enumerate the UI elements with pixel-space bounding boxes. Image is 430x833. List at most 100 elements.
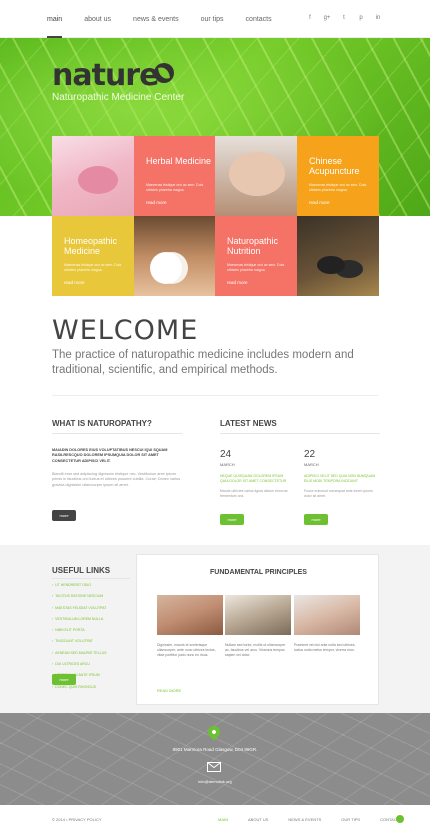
arrow-icon: › xyxy=(52,583,54,587)
mortar-herbs-photo xyxy=(225,595,291,635)
news-headline[interactable]: Neque quisquam dolorem ipsum quia dolor … xyxy=(220,474,292,484)
list-item[interactable]: › Tincidunt volutpat xyxy=(52,639,132,650)
link-label: Tacitus ratione nescium xyxy=(55,594,104,599)
arrow-icon: › xyxy=(52,594,54,599)
acupuncture-photo xyxy=(215,136,297,216)
bath-salt-photo xyxy=(52,136,134,216)
principle-text: Nullam sed tortor, mollis ut ullamcorper… xyxy=(225,643,286,657)
massage-photo xyxy=(157,595,223,635)
tile-herbal-medicine[interactable]: Herbal Medicine Maecenas tristique orci … xyxy=(134,136,216,216)
link-label: Tincidunt volutpat xyxy=(55,639,93,644)
footer: © 2014 • PRIVACY POLICY MAIN ABOUT US NE… xyxy=(0,805,430,833)
twitter-icon[interactable]: t xyxy=(340,15,348,21)
linkedin-icon[interactable]: in xyxy=(374,15,382,21)
news-headline[interactable]: Adipisci velit sed quia non numquam eius… xyxy=(304,474,376,484)
welcome-text: The practice of naturopathic medicine in… xyxy=(52,349,354,376)
divider xyxy=(52,395,378,396)
mail-icon xyxy=(207,762,221,772)
tile-title: Chinese Acupuncture xyxy=(309,156,360,176)
news-day: 24 xyxy=(220,449,232,460)
arrow-icon: › xyxy=(52,639,54,644)
site-logo[interactable]: nature xyxy=(52,58,159,93)
site-tagline: Naturopathic Medicine Center xyxy=(52,92,185,103)
principle-text: Praesent vel nisi ante nulla sed ultrice… xyxy=(294,643,356,652)
contact-address: 8901 Marmora Road Glasgow, D04 89GR. xyxy=(172,747,258,752)
news-month: MARCH xyxy=(304,462,319,467)
news-day: 22 xyxy=(304,449,316,460)
tile-naturopathic-nutrition[interactable]: Naturopathic Nutrition Maecenas tristiqu… xyxy=(215,216,297,296)
footer-nav-about-us[interactable]: ABOUT US xyxy=(248,817,268,822)
what-more-button[interactable]: more xyxy=(52,510,76,521)
principles-heading: FUNDAMENTAL PRINCIPLES xyxy=(210,569,307,576)
divider xyxy=(52,433,182,434)
tile-title: Homeopathic Medicine xyxy=(64,236,118,256)
footer-nav-news-events[interactable]: NEWS & EVENTS xyxy=(288,817,321,822)
arrow-icon: › xyxy=(52,605,54,610)
what-body-text: Blandit eros sed adipiscing dignissim tr… xyxy=(52,472,181,487)
useful-links-heading: USEFUL LINKS xyxy=(52,566,111,575)
main-menu: main about us news & events our tips con… xyxy=(47,0,294,38)
principle-text: Dignissim, mauris et scelerisque ullamco… xyxy=(157,643,216,657)
list-item[interactable]: › Donec quis rhoncus xyxy=(52,685,132,696)
news-more-button[interactable]: more xyxy=(220,514,244,525)
nav-about-us[interactable]: about us xyxy=(84,0,111,38)
list-item[interactable]: › Aenean sed mauris tellus xyxy=(52,651,132,662)
social-links: f g+ t p in xyxy=(306,15,382,21)
tile-homeopathic-medicine[interactable]: Homeopathic Medicine Maecenas tristique … xyxy=(52,216,134,296)
news-excerpt: Fusce euismod consequat ante lorem ipsum… xyxy=(304,489,373,498)
footer-nav-main[interactable]: MAIN xyxy=(218,817,228,822)
news-excerpt: Mauris ultricies varius ligula dictum rh… xyxy=(220,489,288,498)
google-plus-icon[interactable]: g+ xyxy=(323,15,331,21)
pinterest-icon[interactable]: p xyxy=(357,15,365,21)
facial-treatment-photo xyxy=(294,595,360,635)
nav-contacts[interactable]: contacts xyxy=(246,0,272,38)
arrow-icon: › xyxy=(52,628,54,633)
list-item[interactable]: › Nibh elit porta xyxy=(52,628,132,639)
link-label: Dui ultrices arcu xyxy=(55,662,90,667)
link-label: Donec quis rhoncus xyxy=(55,684,97,689)
hot-stones-photo xyxy=(297,216,379,296)
copyright-text[interactable]: © 2014 • PRIVACY POLICY xyxy=(52,817,102,822)
latest-news-heading: LATEST NEWS xyxy=(220,419,277,428)
leaf-logo-icon xyxy=(154,63,174,83)
list-item[interactable]: › Dui ultrices arcu xyxy=(52,662,132,673)
principles-card: FUNDAMENTAL PRINCIPLES Dignissim, mauris… xyxy=(136,554,379,705)
news-more-button[interactable]: more xyxy=(304,514,328,525)
spa-flower-photo xyxy=(134,216,216,296)
link-label: Ut hendrerit odio xyxy=(55,583,92,587)
nav-main[interactable]: main xyxy=(47,0,63,38)
footer-nav-our-tips[interactable]: OUR TIPS xyxy=(341,817,360,822)
tile-read-more[interactable]: read more xyxy=(227,280,248,285)
link-label: Nibh elit porta xyxy=(55,628,85,633)
tile-chinese-acupuncture[interactable]: Chinese Acupuncture Maecenas tristique o… xyxy=(297,136,379,216)
arrow-icon: › xyxy=(52,616,54,621)
news-month: MARCH xyxy=(220,462,235,467)
tile-description: Maecenas tristique orci ac sem. Duis ult… xyxy=(146,183,204,192)
links-more-button[interactable]: more xyxy=(52,674,76,685)
tile-read-more[interactable]: read more xyxy=(309,200,330,205)
tile-read-more[interactable]: read more xyxy=(146,200,167,205)
facebook-icon[interactable]: f xyxy=(306,15,314,21)
what-is-heading: WHAT IS NATUROPATHY? xyxy=(52,419,152,428)
what-lead-text: Maiadin dolores eius voluptatibus nescui… xyxy=(52,448,168,463)
contact-email[interactable]: info@demolink.org xyxy=(0,779,430,784)
list-item[interactable]: › Maestas feugiat volutpat xyxy=(52,606,132,617)
tile-read-more[interactable]: read more xyxy=(64,280,85,285)
arrow-icon: › xyxy=(52,662,54,667)
tile-description: Maecenas tristique orci ac sem. Duis ult… xyxy=(64,263,122,272)
top-navigation: main about us news & events our tips con… xyxy=(0,0,430,38)
link-label: Aenean sed mauris tellus xyxy=(55,650,107,655)
link-label: Maestas feugiat volutpat xyxy=(55,605,107,610)
list-item[interactable]: › Vestibulum lorem nulla xyxy=(52,617,132,628)
list-item[interactable]: › Ut hendrerit odio xyxy=(52,583,132,594)
welcome-heading: WELCOME xyxy=(52,315,199,346)
arrow-icon: › xyxy=(52,650,54,655)
principles-read-more[interactable]: read more xyxy=(157,688,181,693)
footer-logo-icon[interactable] xyxy=(396,815,404,823)
list-item[interactable]: › Tacitus ratione nescium xyxy=(52,594,132,605)
nav-news-events[interactable]: news & events xyxy=(133,0,179,38)
nav-our-tips[interactable]: our tips xyxy=(201,0,224,38)
tile-title: Naturopathic Nutrition xyxy=(227,236,279,256)
divider xyxy=(220,433,380,434)
link-label: Vestibulum lorem nulla xyxy=(55,616,104,621)
